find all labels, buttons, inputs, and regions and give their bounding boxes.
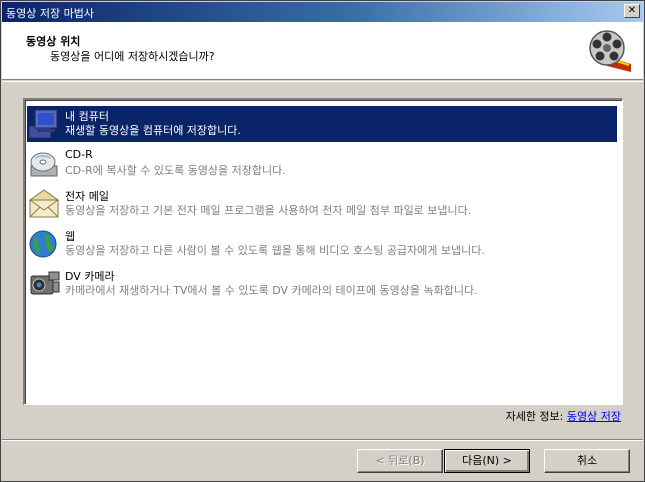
- window-title: 동영상 저장 마법사: [6, 7, 94, 20]
- envelope-icon: [28, 189, 60, 218]
- option-description: 동영상을 저장하고 기본 전자 메일 프로그램을 사용하여 전자 메일 첨부 파…: [65, 204, 472, 217]
- option-description: 동영상을 저장하고 다른 사람이 볼 수 있도록 웹을 통해 비디오 호스팅 공…: [65, 244, 485, 257]
- location-list[interactable]: 내 컴퓨터 재생할 동영상을 컴퓨터에 저장합니다. CD-R CD-R에 복사…: [23, 98, 623, 405]
- option-title: CD-R: [65, 148, 93, 161]
- globe-icon: [29, 230, 57, 258]
- option-web[interactable]: 웹 동영상을 저장하고 다른 사람이 볼 수 있도록 웹을 통해 비디오 호스팅…: [27, 226, 617, 262]
- close-button[interactable]: ✕: [624, 4, 640, 18]
- film-reel-icon: [589, 30, 631, 72]
- cancel-button[interactable]: 취소: [544, 449, 630, 473]
- next-button[interactable]: 다음(N) >: [444, 449, 530, 473]
- wizard-header: 동영상 위치 동영상을 어디에 저장하시겠습니까?: [2, 22, 643, 80]
- option-my-computer[interactable]: 내 컴퓨터 재생할 동영상을 컴퓨터에 저장합니다.: [27, 106, 617, 142]
- more-info: 자세한 정보: 동영상 저장: [506, 408, 621, 424]
- option-dv-camera[interactable]: DV 카메라 카메라에서 재생하거나 TV에서 볼 수 있도록 DV 카메라의 …: [27, 266, 617, 302]
- more-info-label: 자세한 정보:: [505, 410, 564, 423]
- computer-icon: [28, 109, 58, 139]
- back-button[interactable]: < 뒤로(B): [357, 449, 443, 473]
- option-description: 카메라에서 재생하거나 TV에서 볼 수 있도록 DV 카메라의 테이프에 동영…: [65, 284, 478, 297]
- option-description: CD-R에 복사할 수 있도록 동영상을 저장합니다.: [65, 164, 286, 177]
- header-divider: [2, 81, 643, 82]
- option-description: 재생할 동영상을 컴퓨터에 저장합니다.: [65, 124, 241, 137]
- save-movie-wizard-window: 동영상 저장 마법사 ✕ 동영상 위치 동영상을 어디에 저장하시겠습니까? 내…: [0, 0, 645, 482]
- option-cd-r[interactable]: CD-R CD-R에 복사할 수 있도록 동영상을 저장합니다.: [27, 146, 617, 182]
- header-subtitle: 동영상을 어디에 저장하시겠습니까?: [50, 50, 215, 63]
- option-email[interactable]: 전자 메일 동영상을 저장하고 기본 전자 메일 프로그램을 사용하여 전자 메…: [27, 186, 617, 222]
- cd-icon: [30, 152, 58, 177]
- header-title: 동영상 위치: [26, 35, 81, 48]
- title-bar[interactable]: 동영상 저장 마법사 ✕: [2, 2, 643, 22]
- camcorder-icon: [30, 271, 60, 295]
- footer-divider: [2, 439, 643, 441]
- more-info-link[interactable]: 동영상 저장: [567, 410, 621, 423]
